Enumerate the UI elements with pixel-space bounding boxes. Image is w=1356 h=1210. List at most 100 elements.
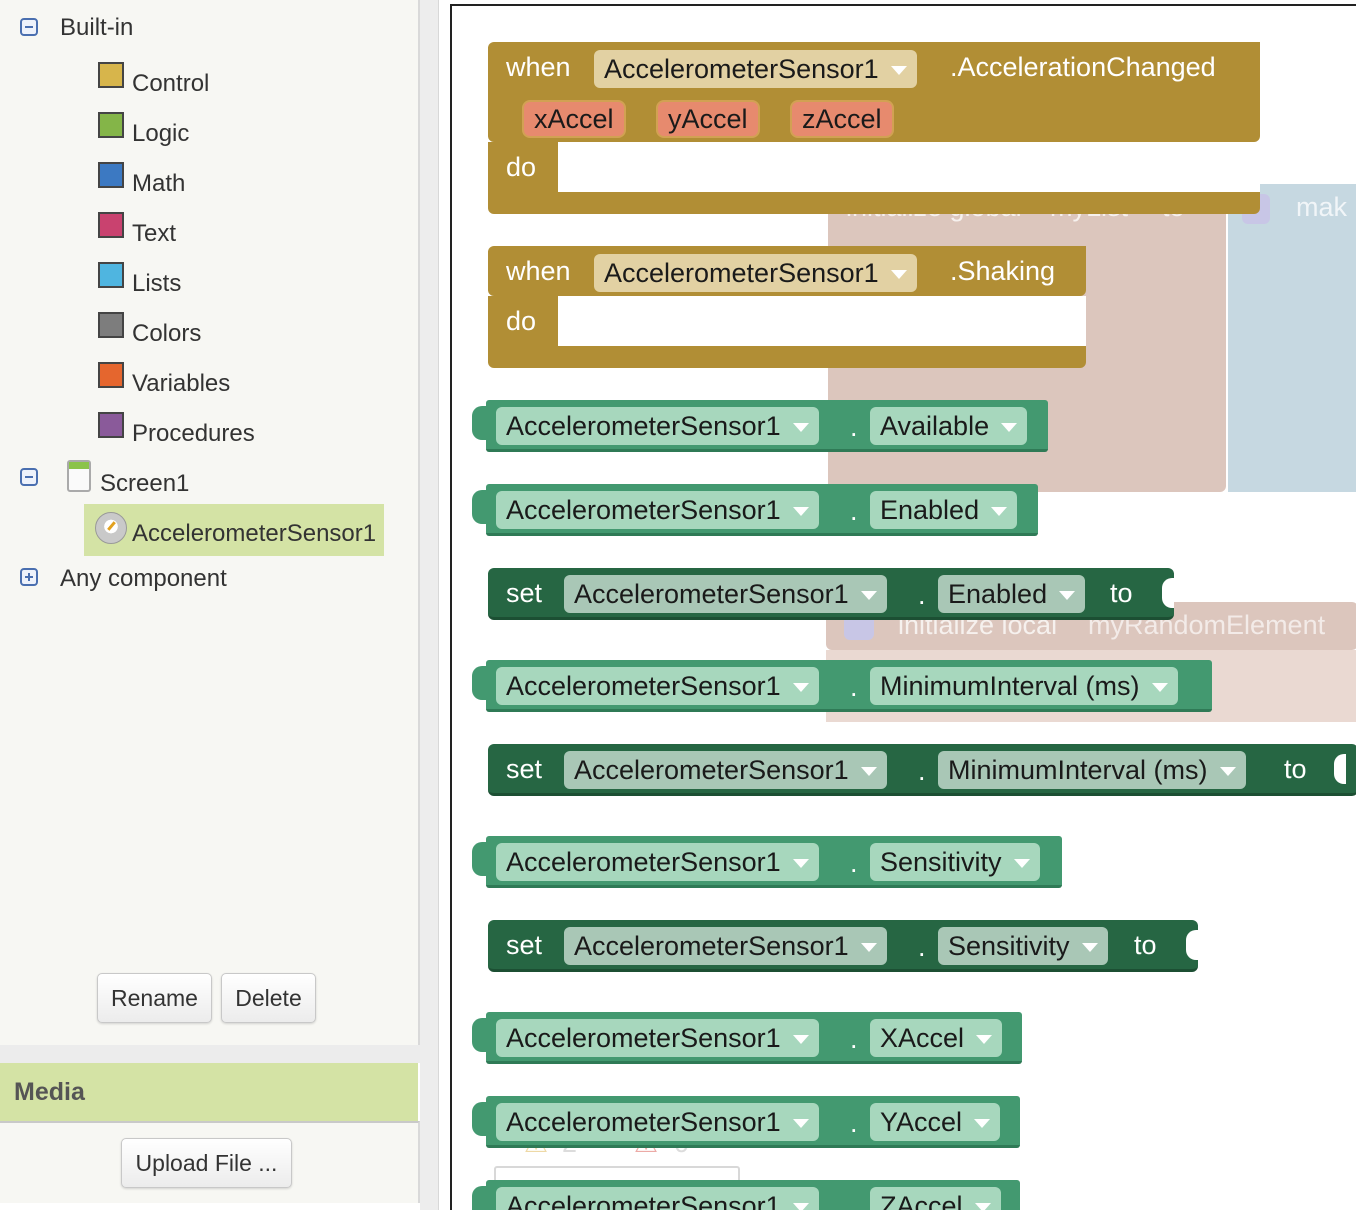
category-logic[interactable]: Logic: [132, 120, 189, 148]
chevron-down-icon: [1013, 859, 1030, 868]
chevron-down-icon: [1219, 767, 1236, 776]
param-xaccel[interactable]: xAccel: [522, 100, 626, 138]
media-panel: Upload File ...: [0, 1121, 420, 1203]
math-color-icon: [98, 162, 124, 188]
component-text: AccelerometerSensor1: [574, 930, 849, 961]
getter-yaccel-property-dropdown[interactable]: YAccel: [870, 1103, 1001, 1141]
property-text: XAccel: [880, 1022, 965, 1053]
setter-sensitivity-property-dropdown[interactable]: Sensitivity: [938, 927, 1108, 965]
getter-zaccel-component-dropdown[interactable]: AccelerometerSensor1: [496, 1187, 819, 1210]
value-socket[interactable]: [1162, 578, 1174, 608]
dot-separator: .: [918, 932, 926, 962]
shaking-do-slot[interactable]: [560, 296, 1086, 346]
component-label[interactable]: AccelerometerSensor1: [132, 520, 376, 548]
dot-separator: .: [850, 1108, 858, 1138]
text-color-icon: [98, 212, 124, 238]
any-component-label[interactable]: Any component: [60, 565, 227, 593]
chevron-down-icon: [974, 1203, 991, 1210]
dot-separator: .: [850, 1024, 858, 1054]
chevron-down-icon: [890, 270, 907, 279]
property-text: Sensitivity: [948, 930, 1070, 961]
collapse-builtin-icon[interactable]: [20, 18, 38, 36]
builtin-label[interactable]: Built-in: [60, 14, 133, 42]
vertical-divider[interactable]: [420, 0, 439, 1210]
event1-component-dropdown[interactable]: AccelerometerSensor1: [594, 50, 917, 88]
dot-separator: .: [850, 412, 858, 442]
chevron-down-icon: [1151, 683, 1168, 692]
accelerometer-icon: [95, 512, 127, 544]
chevron-down-icon: [1059, 591, 1076, 600]
collapse-screen-icon[interactable]: [20, 468, 38, 486]
getter-yaccel-component-dropdown[interactable]: AccelerometerSensor1: [496, 1103, 819, 1141]
property-text: MinimumInterval (ms): [948, 754, 1208, 785]
delete-button[interactable]: Delete: [221, 973, 316, 1023]
property-text: Sensitivity: [880, 846, 1002, 877]
param-zaccel[interactable]: zAccel: [790, 100, 894, 138]
screen-icon: [67, 460, 91, 492]
setter-minimum-interval-property-dropdown[interactable]: MinimumInterval (ms): [938, 751, 1246, 789]
expand-any-component-icon[interactable]: [20, 568, 38, 586]
component-text: AccelerometerSensor1: [506, 670, 781, 701]
ghost-make-list-block[interactable]: [1228, 184, 1356, 492]
param-yaccel[interactable]: yAccel: [656, 100, 760, 138]
setter-sensitivity-component-dropdown[interactable]: AccelerometerSensor1: [564, 927, 887, 965]
colors-color-icon: [98, 312, 124, 338]
chevron-down-icon: [792, 859, 809, 868]
setter-enabled-component-dropdown[interactable]: AccelerometerSensor1: [564, 575, 887, 613]
category-procedures[interactable]: Procedures: [132, 420, 255, 448]
control-color-icon: [98, 62, 124, 88]
getter-sensitivity-component-dropdown[interactable]: AccelerometerSensor1: [496, 843, 819, 881]
dot-separator: .: [850, 496, 858, 526]
procedures-color-icon: [98, 412, 124, 438]
setter-enabled-property-dropdown[interactable]: Enabled: [938, 575, 1086, 613]
value-socket[interactable]: [1334, 754, 1346, 784]
panel-splitter[interactable]: [0, 1045, 420, 1063]
property-text: MinimumInterval (ms): [880, 670, 1140, 701]
when-keyword: when: [506, 52, 571, 82]
chevron-down-icon: [792, 683, 809, 692]
to-keyword: to: [1110, 578, 1133, 608]
category-control[interactable]: Control: [132, 70, 209, 98]
ghost-make-text: mak: [1296, 192, 1348, 222]
value-socket[interactable]: [1186, 930, 1198, 960]
component-text: AccelerometerSensor1: [506, 494, 781, 525]
set-keyword: set: [506, 930, 543, 960]
property-text: Available: [880, 410, 990, 441]
setter-minimum-interval-component-dropdown[interactable]: AccelerometerSensor1: [564, 751, 887, 789]
component-text: AccelerometerSensor1: [574, 578, 849, 609]
property-text: Enabled: [880, 494, 980, 525]
category-colors[interactable]: Colors: [132, 320, 201, 348]
getter-enabled-property-dropdown[interactable]: Enabled: [870, 491, 1018, 529]
acceleration-changed-do-slot[interactable]: [560, 142, 1260, 192]
getter-enabled-component-dropdown[interactable]: AccelerometerSensor1: [496, 491, 819, 529]
getter-minimum-interval-component-dropdown[interactable]: AccelerometerSensor1: [496, 667, 819, 705]
property-text: YAccel: [880, 1106, 963, 1137]
getter-sensitivity-property-dropdown[interactable]: Sensitivity: [870, 843, 1040, 881]
chevron-down-icon: [860, 767, 877, 776]
dot-separator: .: [850, 672, 858, 702]
screen-label[interactable]: Screen1: [100, 470, 189, 498]
chevron-down-icon: [991, 507, 1008, 516]
component-text: AccelerometerSensor1: [574, 754, 849, 785]
upload-file-button[interactable]: Upload File ...: [121, 1138, 292, 1188]
category-lists[interactable]: Lists: [132, 270, 181, 298]
getter-xaccel-component-dropdown[interactable]: AccelerometerSensor1: [496, 1019, 819, 1057]
category-math[interactable]: Math: [132, 170, 185, 198]
event2-component-dropdown[interactable]: AccelerometerSensor1: [594, 254, 917, 292]
dot-separator: .: [850, 848, 858, 878]
set-keyword: set: [506, 754, 543, 784]
getter-xaccel-property-dropdown[interactable]: XAccel: [870, 1019, 1003, 1057]
getter-zaccel-property-dropdown[interactable]: ZAccel: [870, 1187, 1001, 1210]
media-header: Media: [0, 1063, 418, 1121]
event1-component-text: AccelerometerSensor1: [604, 53, 879, 84]
component-text: AccelerometerSensor1: [506, 1190, 781, 1210]
do-keyword: do: [506, 306, 537, 336]
chevron-down-icon: [860, 591, 877, 600]
getter-available-component-dropdown[interactable]: AccelerometerSensor1: [496, 407, 819, 445]
rename-button[interactable]: Rename: [97, 973, 212, 1023]
getter-minimum-interval-property-dropdown[interactable]: MinimumInterval (ms): [870, 667, 1178, 705]
category-text[interactable]: Text: [132, 220, 176, 248]
getter-available-property-dropdown[interactable]: Available: [870, 407, 1028, 445]
category-variables[interactable]: Variables: [132, 370, 230, 398]
blocks-workspace[interactable]: initialize global myList to mak initiali…: [450, 4, 1356, 1210]
